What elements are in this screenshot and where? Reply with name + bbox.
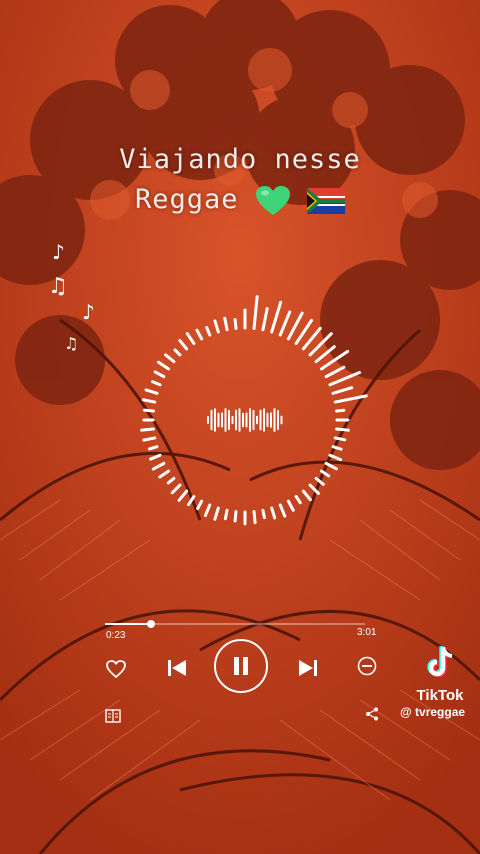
visualizer-bar — [185, 332, 196, 346]
visualizer-bar — [324, 461, 338, 471]
visualizer-bar — [151, 380, 162, 387]
remove-button[interactable] — [354, 653, 380, 679]
green-heart-icon — [255, 185, 290, 215]
lyrics-button[interactable] — [103, 706, 123, 726]
music-note-icon: ♫ — [64, 334, 79, 353]
progress-knob[interactable] — [146, 620, 155, 628]
visualizer-bar — [223, 508, 229, 521]
previous-button[interactable] — [163, 654, 191, 682]
music-notes: ♪ ♫ ♪ ♫ — [40, 236, 120, 366]
visualizer-bar — [286, 499, 295, 512]
progress-fill — [105, 623, 151, 625]
visualizer-bar — [187, 494, 196, 507]
visualizer-bar — [261, 307, 269, 332]
visualizer-bar — [213, 319, 220, 334]
visualizer-bar — [314, 476, 325, 486]
visualizer-bar — [149, 453, 162, 461]
visualizer-bar — [203, 503, 212, 518]
total-duration: 3:01 — [357, 627, 377, 638]
visualizer-bar — [278, 310, 292, 337]
visualizer-bar — [213, 506, 220, 521]
visualizer-bar — [335, 427, 350, 432]
visualizer-bar — [308, 483, 320, 495]
visualizer-bar — [294, 494, 302, 505]
caption-line-2-text: Reggae — [134, 184, 239, 215]
visualizer-bar — [178, 339, 189, 351]
visualizer-bar — [140, 427, 155, 432]
caption-line-2: Reggae — [0, 180, 480, 220]
creator-handle: @ tvreggae — [400, 705, 466, 719]
pause-icon — [234, 657, 248, 675]
visualizer-bar — [153, 370, 166, 379]
visualizer-bar — [270, 300, 283, 334]
music-note-icon: ♫ — [48, 274, 68, 299]
share-button[interactable] — [362, 704, 382, 724]
visualizer-bar — [164, 353, 176, 364]
visualizer-bar — [143, 408, 155, 413]
visualizer-bar — [157, 360, 171, 371]
music-note-icon: ♪ — [52, 240, 65, 264]
visualizer-bar — [170, 483, 182, 495]
lyrics-icon — [105, 709, 121, 723]
visualizer-bar — [333, 436, 347, 442]
tiktok-logo-icon — [427, 646, 453, 678]
visualizer-bar — [261, 508, 266, 520]
visualizer-bar — [331, 386, 354, 395]
next-icon — [299, 660, 317, 676]
visualizer-bar — [331, 445, 343, 451]
visualizer-bar — [173, 348, 182, 357]
visualizer-bar — [196, 499, 204, 511]
visualizer-bar — [158, 469, 171, 479]
caption-line-1: Viajando nesse — [119, 144, 361, 175]
elapsed-time: 0:23 — [106, 630, 126, 641]
visualizer-bar — [301, 489, 312, 502]
visualizer-bar — [278, 503, 287, 518]
visualizer-waveform — [207, 408, 283, 432]
visualizer-bar — [147, 445, 159, 451]
visualizer-bar — [205, 325, 212, 337]
visualizer-bar — [328, 453, 343, 462]
visualizer-bar — [166, 476, 176, 485]
music-note-icon: ♪ — [82, 300, 95, 324]
visualizer-bar — [223, 316, 229, 332]
visualizer-bar — [333, 394, 368, 404]
visualizer-bar — [141, 398, 157, 404]
visualizer-bar — [233, 318, 238, 330]
visualizer-bar — [335, 408, 346, 413]
minus-circle-icon — [357, 656, 377, 676]
visualizer-bar — [177, 489, 189, 502]
visualizer-bar — [324, 365, 346, 379]
tiktok-brand-name: TikTok — [416, 687, 464, 704]
south-africa-flag-icon — [307, 187, 346, 214]
visualizer-bar — [195, 328, 204, 341]
visualizer-bar — [144, 388, 159, 395]
visualizer-bar — [142, 436, 157, 442]
like-button[interactable] — [103, 656, 129, 682]
visualizer-bar — [233, 510, 238, 523]
previous-icon — [168, 660, 186, 676]
visualizer-bar — [151, 461, 166, 471]
visualizer-bar — [328, 371, 362, 387]
visualizer-bar — [270, 506, 277, 520]
visualizer-bar — [252, 295, 259, 330]
visualizer-bar — [319, 469, 331, 478]
visualizer-bar — [252, 510, 257, 525]
play-pause-button[interactable] — [214, 639, 268, 693]
heart-icon — [106, 660, 126, 678]
share-icon — [366, 707, 378, 721]
audio-visualizer — [140, 295, 368, 526]
visualizer-bar — [314, 345, 336, 364]
tiktok-watermark: TikTok — [400, 645, 480, 704]
video-caption: Viajando nesse Reggae — [0, 140, 480, 220]
next-button[interactable] — [294, 654, 322, 682]
